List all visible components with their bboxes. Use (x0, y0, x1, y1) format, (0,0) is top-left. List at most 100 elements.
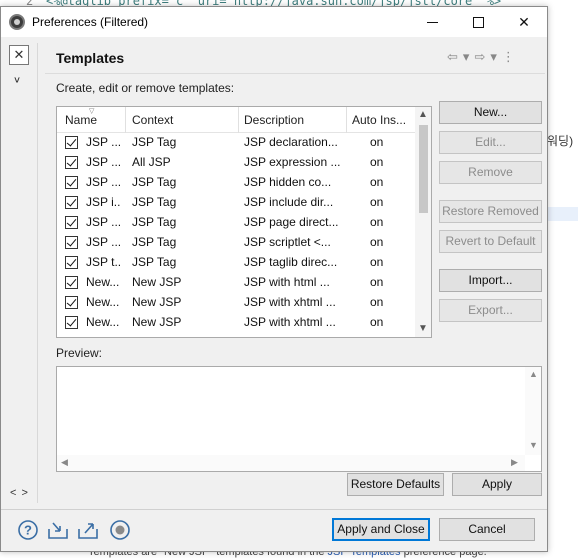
view-menu-icon[interactable]: ⋮ (502, 49, 515, 64)
template-context-cell: JSP Tag (132, 215, 177, 229)
enabled-checkbox[interactable] (65, 296, 78, 309)
template-description-cell: JSP with xhtml ... (244, 315, 336, 329)
template-auto-insert-cell: on (370, 235, 384, 249)
table-row[interactable]: JSP t... JSP Tag JSP taglib direc... on (57, 252, 415, 272)
column-context-header[interactable]: Context (132, 113, 238, 127)
enabled-checkbox[interactable] (65, 196, 78, 209)
header-separator (45, 73, 545, 74)
template-name-cell: JSP ... (86, 135, 120, 149)
template-auto-insert-cell: on (370, 155, 384, 169)
preferences-dialog: Preferences (Filtered) ✕ ✕ ∨ < > Templat… (0, 6, 548, 552)
column-divider[interactable] (238, 107, 239, 133)
table-row[interactable]: JSP ... JSP Tag JSP scriptlet <... on (57, 232, 415, 252)
template-name-cell: JSP ... (86, 155, 120, 169)
edit-button[interactable]: Edit... (439, 131, 542, 154)
enabled-checkbox[interactable] (65, 216, 78, 229)
tree-expand-chevron-icon[interactable]: ∨ (13, 74, 21, 85)
enabled-checkbox[interactable] (65, 136, 78, 149)
apply-button[interactable]: Apply (452, 473, 542, 496)
template-context-cell: New JSP (132, 275, 182, 289)
export-icon[interactable] (77, 519, 99, 541)
column-divider[interactable] (125, 107, 126, 133)
cancel-button[interactable]: Cancel (439, 518, 535, 541)
preview-horizontal-scrollbar[interactable]: ◀ ▶ (57, 455, 525, 471)
template-description-cell: JSP page direct... (244, 215, 339, 229)
template-name-cell: JSP ... (86, 215, 120, 229)
template-description-cell: JSP scriptlet <... (244, 235, 331, 249)
scroll-down-icon[interactable]: ▼ (418, 323, 428, 334)
preview-scroll-down-icon[interactable]: ▼ (529, 440, 538, 450)
footer-separator (1, 509, 547, 510)
template-description-cell: JSP hidden co... (244, 175, 332, 189)
column-description-header[interactable]: Description (244, 113, 344, 127)
help-icon[interactable]: ? (17, 519, 39, 541)
revert-to-default-button[interactable]: Revert to Default (439, 230, 542, 253)
table-row[interactable]: JSP ... JSP Tag JSP page direct... on (57, 212, 415, 232)
template-name-cell: JSP i... (86, 195, 120, 209)
column-auto-insert-header[interactable]: Auto Ins... (352, 113, 412, 127)
template-auto-insert-cell: on (370, 315, 384, 329)
table-row[interactable]: JSP ... JSP Tag JSP declaration... on (57, 132, 415, 152)
export-button[interactable]: Export... (439, 299, 542, 322)
template-name-cell: New... (86, 315, 120, 329)
template-name-cell: JSP t... (86, 255, 120, 269)
template-description-cell: JSP include dir... (244, 195, 334, 209)
preview-scroll-left-icon[interactable]: ◀ (61, 457, 68, 468)
column-divider[interactable] (346, 107, 347, 133)
enabled-checkbox[interactable] (65, 176, 78, 189)
enabled-checkbox[interactable] (65, 156, 78, 169)
window-title: Preferences (Filtered) (32, 15, 149, 29)
page-title: Templates (56, 50, 125, 66)
table-body: JSP ... JSP Tag JSP declaration... on JSP ..… (57, 132, 415, 332)
new-button[interactable]: New... (439, 101, 542, 124)
table-row[interactable]: New... New JSP JSP with xhtml ... on (57, 292, 415, 312)
back-arrow-icon[interactable]: ⇦ (447, 49, 458, 64)
import-button[interactable]: Import... (439, 269, 542, 292)
preview-scroll-up-icon[interactable]: ▲ (529, 369, 538, 379)
template-auto-insert-cell: on (370, 175, 384, 189)
enabled-checkbox[interactable] (65, 276, 78, 289)
preview-vertical-scrollbar[interactable]: ▲ ▼ (525, 367, 541, 455)
preview-text-area[interactable]: ▲ ▼ ◀ ▶ (56, 366, 542, 472)
column-name-header[interactable]: Name (65, 113, 125, 127)
maximize-button[interactable] (455, 7, 501, 37)
clear-filter-button[interactable]: ✕ (9, 45, 29, 65)
import-icon[interactable] (47, 519, 69, 541)
table-row[interactable]: New... New JSP JSP with html ... on (57, 272, 415, 292)
template-auto-insert-cell: on (370, 195, 384, 209)
table-scrollbar[interactable]: ▲ ▼ (415, 107, 431, 337)
apply-and-close-button[interactable]: Apply and Close (332, 518, 430, 541)
pane-scroll-arrows[interactable]: < > (10, 487, 29, 499)
table-row[interactable]: JSP ... JSP Tag JSP hidden co... on (57, 172, 415, 192)
enabled-checkbox[interactable] (65, 236, 78, 249)
record-icon[interactable] (109, 519, 131, 541)
table-row[interactable]: JSP i... JSP Tag JSP include dir... on (57, 192, 415, 212)
preference-tree-pane (1, 37, 37, 497)
table-row[interactable]: New... New JSP JSP with xhtml ... on (57, 312, 415, 332)
preview-scroll-right-icon[interactable]: ▶ (511, 457, 518, 468)
minimize-button[interactable] (409, 7, 455, 37)
enabled-checkbox[interactable] (65, 256, 78, 269)
scroll-thumb[interactable] (419, 125, 428, 213)
restore-removed-button[interactable]: Restore Removed (439, 200, 542, 223)
enabled-checkbox[interactable] (65, 316, 78, 329)
template-context-cell: JSP Tag (132, 135, 177, 149)
template-context-cell: All JSP (132, 155, 171, 169)
forward-dropdown-icon[interactable]: ▾ (490, 49, 497, 64)
forward-arrow-icon[interactable]: ⇨ (474, 49, 485, 64)
pane-divider[interactable] (37, 43, 38, 503)
page-description: Create, edit or remove templates: (56, 81, 235, 95)
table-row[interactable]: JSP ... All JSP JSP expression ... on (57, 152, 415, 172)
back-dropdown-icon[interactable]: ▾ (463, 49, 470, 64)
restore-defaults-button[interactable]: Restore Defaults (347, 473, 444, 496)
close-icon: ✕ (518, 13, 530, 30)
template-context-cell: JSP Tag (132, 235, 177, 249)
remove-button[interactable]: Remove (439, 161, 542, 184)
template-description-cell: JSP expression ... (244, 155, 341, 169)
templates-table[interactable]: ▽ Name Context Description Auto Ins... J… (56, 106, 432, 338)
scroll-up-icon[interactable]: ▲ (418, 109, 428, 120)
template-description-cell: JSP taglib direc... (244, 255, 338, 269)
template-auto-insert-cell: on (370, 275, 384, 289)
close-button[interactable]: ✕ (501, 7, 547, 37)
background-highlight (548, 207, 578, 221)
